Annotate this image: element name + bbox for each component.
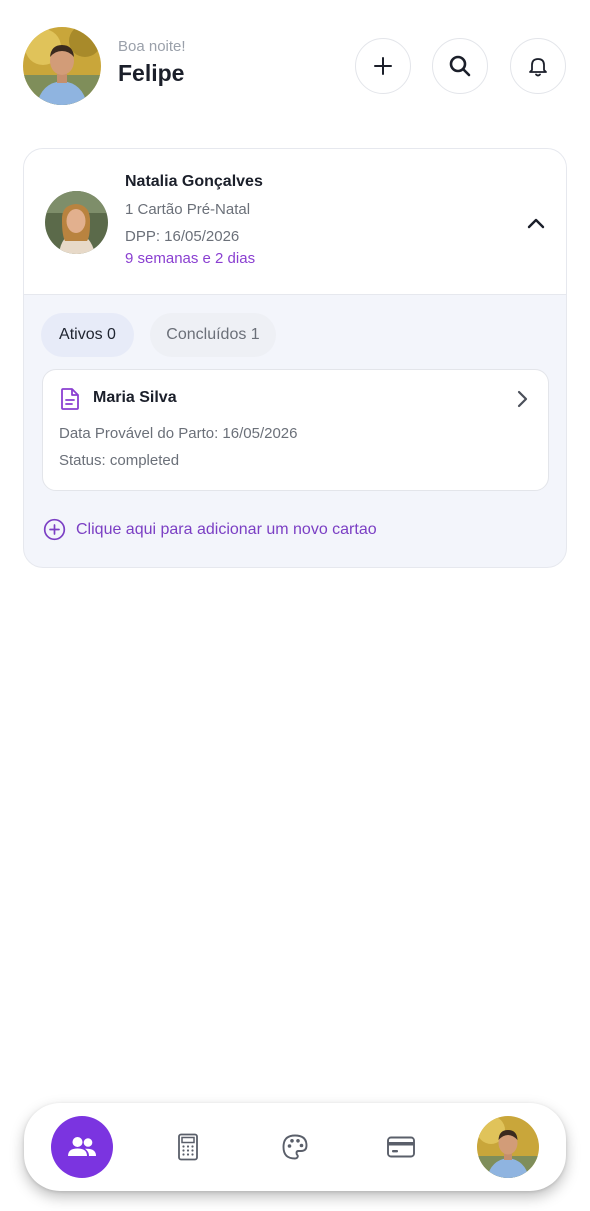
search-icon (449, 55, 471, 77)
users-icon (68, 1137, 96, 1156)
plus-circle-icon (43, 518, 66, 541)
document-icon (61, 388, 79, 410)
patient-name: Natalia Gonçalves (125, 173, 263, 190)
palette-icon (282, 1134, 308, 1160)
add-card-link[interactable]: Clique aqui para adicionar um novo carta… (43, 518, 377, 541)
card-item-title: Maria Silva (93, 389, 177, 406)
bell-icon (529, 58, 547, 77)
user-name: Felipe (118, 60, 185, 86)
patient-dpp: DPP: 16/05/2026 (125, 228, 240, 245)
app-header: Boa noite! Felipe (23, 27, 567, 105)
nav-patients[interactable] (51, 1116, 113, 1178)
patient-cards-count: 1 Cartão Pré-Natal (125, 201, 251, 218)
calculator-icon (178, 1133, 198, 1161)
chevron-right-icon (517, 390, 528, 408)
patient-card-header[interactable]: Natalia Gonçalves 1 Cartão Pré-Natal DPP… (24, 149, 566, 295)
chevron-up-icon (527, 218, 545, 229)
collapse-button[interactable] (524, 211, 548, 235)
prenatal-card-item[interactable]: Maria Silva Data Provável do Parto: 16/0… (42, 369, 549, 491)
tab-active[interactable]: Ativos 0 (41, 313, 134, 357)
plus-icon (374, 57, 392, 75)
search-button[interactable] (432, 38, 488, 94)
user-avatar[interactable] (23, 27, 101, 105)
card-item-due-date: Data Provável do Parto: 16/05/2026 (59, 425, 298, 442)
greeting-text: Boa noite! (118, 38, 186, 55)
patient-card: Natalia Gonçalves 1 Cartão Pré-Natal DPP… (23, 148, 567, 568)
nav-profile-avatar[interactable] (477, 1116, 539, 1178)
nav-payments[interactable] (370, 1116, 432, 1178)
credit-card-icon (387, 1136, 415, 1158)
nav-palette[interactable] (264, 1116, 326, 1178)
patient-avatar (45, 191, 108, 254)
card-item-status: Status: completed (59, 452, 180, 469)
gestational-age: 9 semanas e 2 dias (125, 250, 256, 267)
notifications-button[interactable] (510, 38, 566, 94)
nav-calculator[interactable] (157, 1116, 219, 1178)
add-card-label: Clique aqui para adicionar um novo carta… (76, 520, 377, 538)
bottom-navigation (24, 1103, 566, 1191)
add-button[interactable] (355, 38, 411, 94)
tab-completed[interactable]: Concluídos 1 (150, 313, 276, 357)
